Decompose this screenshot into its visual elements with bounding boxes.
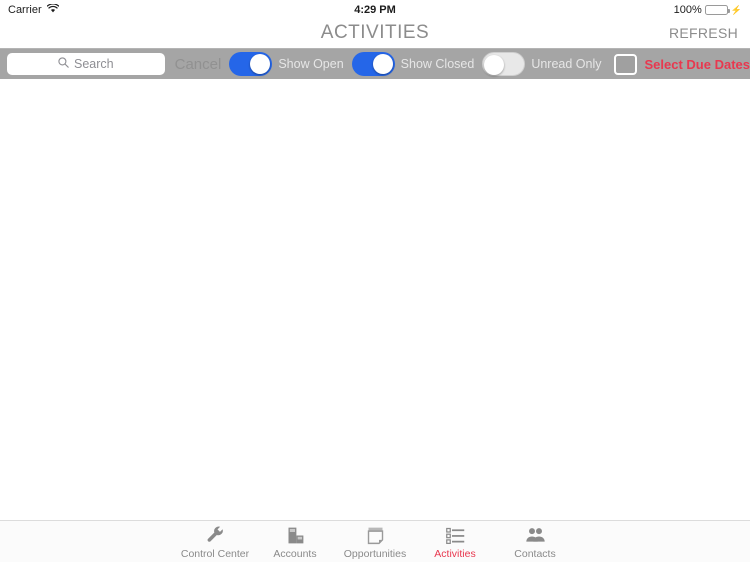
show-open-toggle[interactable]: [229, 52, 273, 76]
tab-bar: Control Center Accounts Opportunities Ac…: [0, 520, 750, 562]
tab-activities[interactable]: Activities: [415, 521, 495, 560]
search-placeholder: Search: [74, 57, 114, 71]
search-field[interactable]: Search: [7, 53, 165, 75]
activities-list: [0, 79, 750, 520]
tab-control-center-label: Control Center: [180, 548, 250, 560]
wifi-icon: [46, 3, 59, 16]
show-open-label: Show Open: [278, 57, 344, 71]
status-bar-left: Carrier: [8, 3, 59, 16]
refresh-button[interactable]: REFRESH: [669, 25, 738, 41]
tab-contacts[interactable]: Contacts: [495, 521, 575, 560]
lightning-bolt-icon: ⚡: [730, 4, 742, 15]
tab-accounts-label: Accounts: [273, 548, 317, 560]
show-closed-toggle-knob: [372, 54, 393, 74]
search-field-inner: Search: [58, 55, 114, 73]
status-bar: Carrier 4:29 PM 100% ⚡: [0, 0, 750, 20]
wrench-icon: [205, 524, 226, 546]
tab-contacts-label: Contacts: [514, 548, 556, 560]
tab-activities-label: Activities: [434, 548, 476, 560]
unread-only-toggle[interactable]: [482, 52, 526, 76]
status-bar-time: 4:29 PM: [354, 4, 396, 16]
unread-only-label: Unread Only: [531, 57, 602, 71]
checklist-icon: [445, 524, 466, 546]
battery-percent-label: 100%: [673, 4, 702, 16]
tab-accounts[interactable]: Accounts: [255, 521, 335, 560]
tab-control-center[interactable]: Control Center: [175, 521, 255, 560]
show-closed-label: Show Closed: [400, 57, 475, 71]
unread-only-toggle-knob: [484, 55, 505, 75]
select-due-dates-label[interactable]: Select Due Dates: [645, 57, 750, 72]
tab-opportunities[interactable]: Opportunities: [335, 521, 415, 560]
search-cancel-button[interactable]: Cancel: [175, 56, 222, 73]
filter-toolbar: Search Cancel Show Open Show Closed Unre…: [0, 48, 750, 79]
people-icon: [525, 524, 546, 546]
navigation-bar: ACTIVITIES REFRESH: [0, 20, 750, 48]
tab-opportunities-label: Opportunities: [343, 548, 407, 560]
search-icon: [58, 55, 69, 73]
select-due-dates-checkbox[interactable]: [613, 53, 637, 75]
carrier-label: Carrier: [8, 4, 42, 16]
show-closed-toggle[interactable]: [351, 52, 395, 76]
page-title: ACTIVITIES: [320, 22, 430, 43]
buildings-icon: [285, 524, 306, 546]
notepad-icon: [365, 524, 386, 546]
battery-full-icon: [704, 5, 730, 15]
status-bar-right: 100% ⚡: [674, 4, 742, 16]
show-open-toggle-knob: [250, 54, 271, 74]
app-screen: Carrier 4:29 PM 100% ⚡ ACTIVITIES REFRES…: [0, 0, 750, 562]
